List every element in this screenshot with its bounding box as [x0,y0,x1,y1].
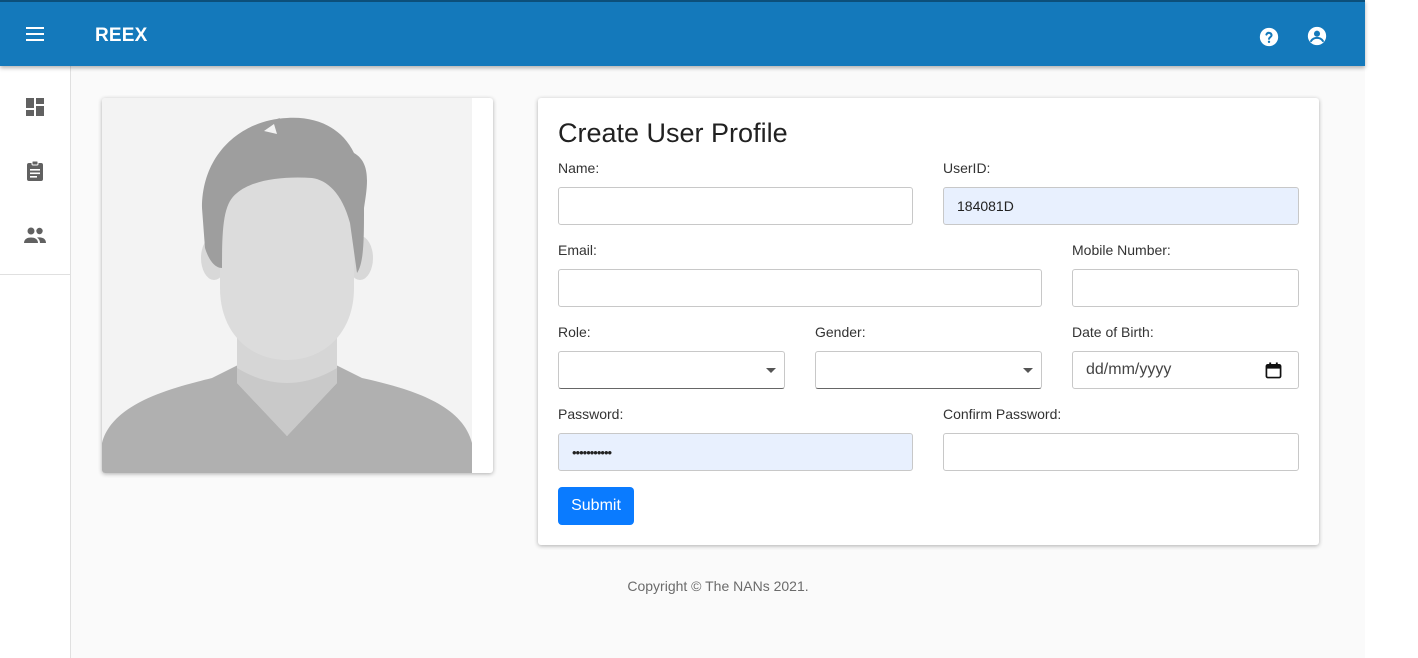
sidebar-item-users[interactable] [0,209,70,261]
password-label: Password: [558,406,624,422]
confirm-password-input[interactable] [943,433,1299,471]
chevron-down-icon [1023,368,1033,373]
password-input[interactable]: ••••••••••• [558,433,913,471]
userid-input[interactable]: 184081D [943,187,1299,225]
sidebar-item-assignments[interactable] [0,145,70,197]
people-icon [24,227,46,243]
gender-label: Gender: [815,324,866,340]
mobile-label: Mobile Number: [1072,242,1171,258]
top-app-bar: REEX [0,0,1365,66]
sidebar-item-dashboard[interactable] [0,81,70,133]
email-label: Email: [558,242,597,258]
userid-label: UserID: [943,160,991,176]
calendar-icon[interactable] [1265,362,1282,379]
form-title: Create User Profile [558,118,788,148]
menu-icon[interactable] [23,24,47,44]
mobile-input[interactable] [1072,269,1299,307]
dob-input[interactable]: dd/mm/yyyy [1072,351,1299,389]
create-profile-form: Create User Profile Name: UserID: 184081… [538,98,1319,545]
clipboard-icon [27,160,43,181]
role-select[interactable] [558,351,785,389]
email-input[interactable] [558,269,1042,307]
help-icon[interactable] [1258,26,1280,48]
avatar-placeholder-icon[interactable] [102,98,472,473]
footer-copyright: Copyright © The NANs 2021. [627,578,809,594]
app-root: REEX Create User Profile Name: UserID: 1… [0,0,1365,658]
dob-label: Date of Birth: [1072,324,1154,340]
name-input[interactable] [558,187,913,225]
dob-placeholder: dd/mm/yyyy [1086,361,1172,378]
app-title: REEX [95,25,148,46]
submit-button[interactable]: Submit [558,487,634,525]
account-circle-icon[interactable] [1306,25,1328,47]
profile-image-card [102,98,493,473]
dashboard-icon [26,98,44,116]
confirm-password-label: Confirm Password: [943,406,1062,422]
chevron-down-icon [766,368,776,373]
name-label: Name: [558,160,600,176]
sidebar [0,66,71,658]
sidebar-divider [0,274,70,275]
role-label: Role: [558,324,591,340]
gender-select[interactable] [815,351,1042,389]
